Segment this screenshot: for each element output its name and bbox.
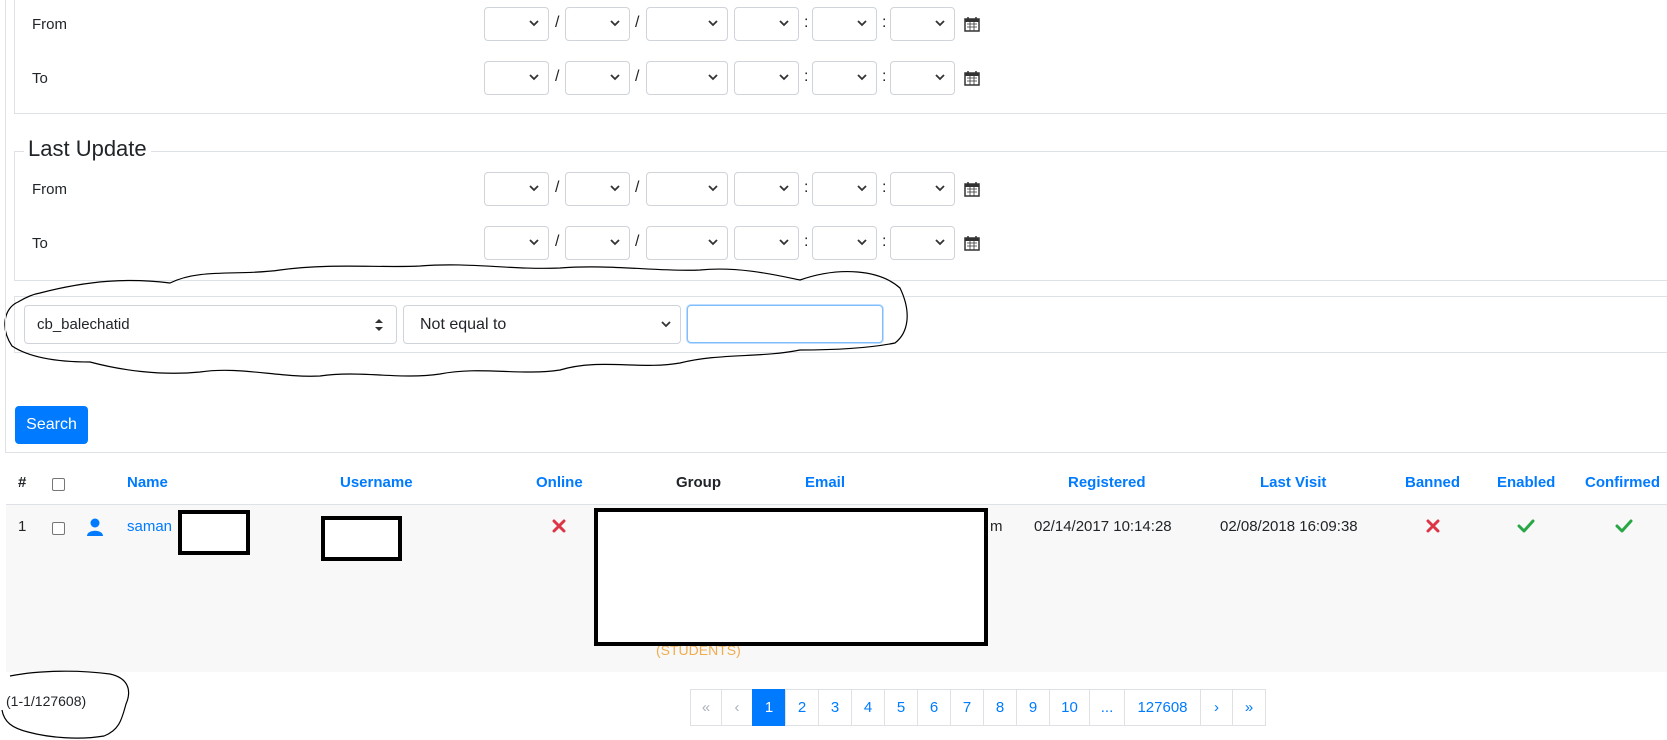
row-checkbox[interactable] xyxy=(52,522,65,535)
lu-to-day-select[interactable] xyxy=(565,226,630,260)
to-minute-select[interactable] xyxy=(812,61,877,95)
pagination-page-4[interactable]: 4 xyxy=(851,689,885,726)
lu-to-year-select[interactable] xyxy=(646,226,728,260)
from-colon-2: : xyxy=(882,14,887,31)
header-online[interactable]: Online xyxy=(536,474,583,491)
lu-from-day-select[interactable] xyxy=(565,172,630,206)
to-slash-2: / xyxy=(635,68,640,85)
lu-from-hour-select[interactable] xyxy=(734,172,799,206)
to-hour-select[interactable] xyxy=(734,61,799,95)
row-registered: 02/14/2017 10:14:28 xyxy=(1034,518,1172,535)
header-index: # xyxy=(18,474,27,491)
lu-to-slash-1: / xyxy=(555,233,560,250)
from-slash-1: / xyxy=(555,14,560,31)
lu-to-colon-1: : xyxy=(804,233,809,250)
last-update-from-label: From xyxy=(32,181,67,198)
header-enabled[interactable]: Enabled xyxy=(1497,474,1555,491)
lu-from-second-select[interactable] xyxy=(890,172,955,206)
header-registered[interactable]: Registered xyxy=(1068,474,1146,491)
header-username[interactable]: Username xyxy=(340,474,413,491)
pagination-page-9[interactable]: 9 xyxy=(1016,689,1050,726)
pagination-page-3[interactable]: 3 xyxy=(818,689,852,726)
calendar-icon[interactable] xyxy=(964,16,980,32)
to-slash-1: / xyxy=(555,68,560,85)
lu-to-hour-select[interactable] xyxy=(734,226,799,260)
select-all-checkbox[interactable] xyxy=(52,478,65,491)
from-year-select[interactable] xyxy=(646,7,728,41)
lu-from-slash-2: / xyxy=(635,179,640,196)
filter-panel-bottom xyxy=(5,452,1667,453)
pagination-page-6[interactable]: 6 xyxy=(917,689,951,726)
from-second-select[interactable] xyxy=(890,7,955,41)
pagination-page-10[interactable]: 10 xyxy=(1049,689,1090,726)
pagination-page-1[interactable]: 1 xyxy=(752,689,786,726)
to-colon-1: : xyxy=(804,68,809,85)
pagination-page-8[interactable]: 8 xyxy=(983,689,1017,726)
to-day-select[interactable] xyxy=(565,61,630,95)
lu-to-minute-select[interactable] xyxy=(812,226,877,260)
pagination-prev[interactable]: ‹ xyxy=(721,689,753,726)
row-last-visit: 02/08/2018 16:09:38 xyxy=(1220,518,1358,535)
from-month-select[interactable] xyxy=(484,7,549,41)
online-cross-icon xyxy=(552,519,566,533)
pagination-last-page[interactable]: 127608 xyxy=(1124,689,1201,726)
annotation-circle-count xyxy=(1,670,130,739)
lu-from-year-select[interactable] xyxy=(646,172,728,206)
annotation-scribble xyxy=(4,264,908,377)
header-last-visit[interactable]: Last Visit xyxy=(1260,474,1326,491)
row-index: 1 xyxy=(18,518,27,535)
pagination-ellipsis[interactable]: ... xyxy=(1089,689,1125,726)
from-hour-select[interactable] xyxy=(734,7,799,41)
pagination-page-7[interactable]: 7 xyxy=(950,689,984,726)
redaction-box-name xyxy=(178,510,250,555)
row-name-link[interactable]: saman xyxy=(127,518,172,535)
lu-from-slash-1: / xyxy=(555,179,560,196)
header-name[interactable]: Name xyxy=(127,474,168,491)
lu-to-colon-2: : xyxy=(882,233,887,250)
pagination-page-2[interactable]: 2 xyxy=(785,689,819,726)
lu-from-colon-1: : xyxy=(804,179,809,196)
to-colon-2: : xyxy=(882,68,887,85)
header-confirmed[interactable]: Confirmed xyxy=(1585,474,1660,491)
redaction-box-username xyxy=(321,516,402,561)
pagination-next[interactable]: › xyxy=(1200,689,1233,726)
to-month-select[interactable] xyxy=(484,61,549,95)
lu-from-minute-select[interactable] xyxy=(812,172,877,206)
from-minute-select[interactable] xyxy=(812,7,877,41)
from-colon-1: : xyxy=(804,14,809,31)
calendar-icon[interactable] xyxy=(964,70,980,86)
enabled-check-icon[interactable] xyxy=(1517,519,1535,533)
to-year-select[interactable] xyxy=(646,61,728,95)
lu-from-month-select[interactable] xyxy=(484,172,549,206)
banned-cross-icon[interactable] xyxy=(1426,519,1440,533)
row-email-tail: m xyxy=(990,518,1003,535)
to-second-select[interactable] xyxy=(890,61,955,95)
confirmed-check-icon[interactable] xyxy=(1615,519,1633,533)
lu-to-month-select[interactable] xyxy=(484,226,549,260)
redaction-box-group-email xyxy=(594,508,988,646)
pagination-last[interactable]: » xyxy=(1232,689,1266,726)
filter-panel-border xyxy=(5,0,6,453)
from-slash-2: / xyxy=(635,14,640,31)
from-day-select[interactable] xyxy=(565,7,630,41)
header-group: Group xyxy=(676,474,721,491)
search-button[interactable]: Search xyxy=(15,406,88,444)
lu-to-second-select[interactable] xyxy=(890,226,955,260)
to-label: To xyxy=(32,70,48,87)
header-banned[interactable]: Banned xyxy=(1405,474,1460,491)
pagination-page-5[interactable]: 5 xyxy=(884,689,918,726)
from-label: From xyxy=(32,16,67,33)
calendar-icon[interactable] xyxy=(964,235,980,251)
lu-to-slash-2: / xyxy=(635,233,640,250)
header-email[interactable]: Email xyxy=(805,474,845,491)
pagination-first[interactable]: « xyxy=(690,689,722,726)
calendar-icon[interactable] xyxy=(964,181,980,197)
lu-from-colon-2: : xyxy=(882,179,887,196)
last-update-legend: Last Update xyxy=(24,136,151,162)
user-icon[interactable] xyxy=(87,518,103,536)
last-update-to-label: To xyxy=(32,235,48,252)
